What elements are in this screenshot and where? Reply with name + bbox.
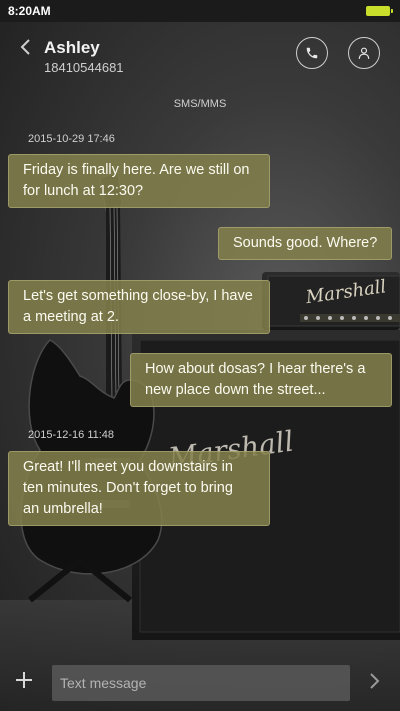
status-time: 8:20AM [8,4,51,18]
message-bubble-received[interactable]: Friday is finally here. Are we still on … [8,154,270,208]
message-line: Let's get something close-by, I have [23,288,253,304]
plus-icon [16,672,32,688]
person-icon [358,47,370,59]
status-bar: 8:20AM [0,0,400,22]
message-bubble-sent[interactable]: How about dosas? I hear there's a new pl… [130,353,392,407]
message-bubble-sent[interactable]: Sounds good. Where? [218,227,392,260]
message-line: Friday is finally here. Are we still on [23,162,250,178]
contact-info-button[interactable] [348,37,380,69]
message-line: Sounds good. Where? [233,235,378,251]
message-line: Great! I'll meet you downstairs in [23,459,233,475]
message-line: How about dosas? I hear there's a [145,361,366,377]
message-bubble-received[interactable]: Great! I'll meet you downstairs in ten m… [8,451,270,526]
add-attachment-button[interactable] [12,668,36,692]
message-bubble-received[interactable]: Let's get something close-by, I have a m… [8,280,270,334]
message-input[interactable] [52,665,350,701]
back-button[interactable] [14,36,36,58]
amp-head-art: Marshall [262,272,400,330]
contact-number: 18410544681 [44,60,124,75]
battery-icon [366,6,393,16]
message-timestamp: 2015-12-16 11:48 [28,429,115,441]
conversation-header: Ashley 18410544681 [0,22,400,88]
channel-label: SMS/MMS [173,98,227,110]
message-line: ten minutes. Don't forget to bring [23,480,233,496]
chevron-left-icon [20,39,30,55]
message-line: new place down the street... [145,382,326,398]
send-button[interactable] [364,670,386,692]
message-line: an umbrella! [23,501,103,517]
message-composer [0,658,400,711]
message-line: for lunch at 12:30? [23,183,144,199]
chevron-right-icon [370,673,380,689]
message-line: a meeting at 2. [23,309,119,325]
phone-icon [306,47,318,59]
call-button[interactable] [296,37,328,69]
message-timestamp: 2015-10-29 17:46 [28,133,115,145]
contact-name[interactable]: Ashley [44,38,100,58]
